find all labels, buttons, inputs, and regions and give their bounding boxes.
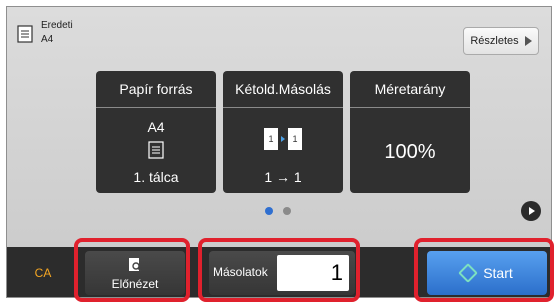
details-button[interactable]: Részletes [463,27,539,55]
paper-source-title: Papír forrás [96,71,216,108]
duplex-title: Kétold.Másolás [223,71,343,108]
page-indicator [265,207,291,215]
ratio-title: Méretarány [350,71,470,108]
paper-tray-icon [148,141,164,159]
original-size: A4 [41,34,54,45]
play-icon [529,207,535,215]
duplex-icon: 1 1 [264,128,302,150]
duplex-value: 1 → 1 [264,169,302,185]
original-label: Eredeti [41,20,73,31]
page-dot-1[interactable] [265,207,273,215]
clear-all-button[interactable]: CA [7,247,79,297]
paper-size-value: A4 [147,119,165,135]
svg-text:1: 1 [292,134,297,144]
duplex-tile[interactable]: Kétold.Másolás 1 1 1 → 1 [223,71,343,193]
original-info: Eredeti A4 [41,19,73,47]
page-dot-2[interactable] [283,207,291,215]
copy-screen: Eredeti A4 Részletes Papír forrás A4 1. … [0,0,558,304]
ratio-value: 100% [384,141,436,163]
paper-tray-value: 1. tálca [133,169,179,185]
original-document-icon [17,25,33,43]
details-label: Részletes [470,35,519,47]
svg-text:1: 1 [268,134,273,144]
next-page-button[interactable] [521,201,541,221]
copies-highlight-frame [198,238,360,302]
preview-highlight-frame [74,238,190,302]
start-highlight-frame [414,238,554,302]
paper-source-tile[interactable]: Papír forrás A4 1. tálca [96,71,216,193]
arrow-right-icon [524,36,532,46]
ratio-tile[interactable]: Méretarány 100% [350,71,470,193]
